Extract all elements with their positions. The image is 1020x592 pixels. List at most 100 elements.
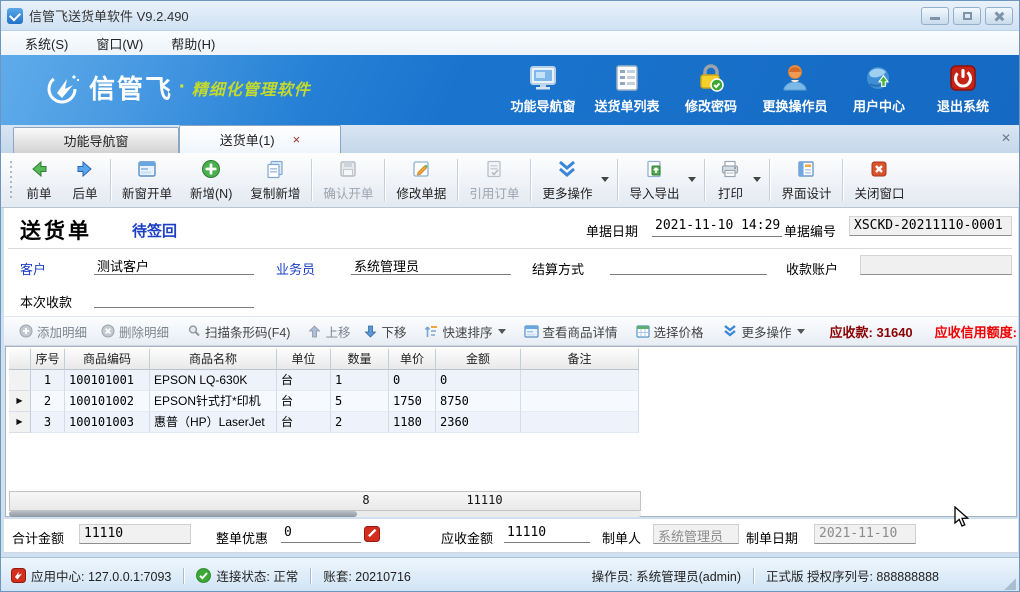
cell-amount[interactable]: 2360 [436, 412, 521, 433]
move-up-button[interactable]: 上移 [301, 322, 357, 341]
close-window-button[interactable]: 关闭窗口 [845, 153, 913, 207]
col-header[interactable]: 金额 [436, 349, 521, 370]
select-price-button[interactable]: 选择价格 [629, 322, 711, 341]
col-header[interactable]: 备注 [521, 349, 639, 370]
banner-action-exit[interactable]: 退出系统 [921, 63, 1005, 115]
tab-strip-close-icon[interactable]: ✕ [1001, 131, 1011, 145]
cell-price[interactable]: 0 [389, 370, 436, 391]
cell-note[interactable] [521, 391, 639, 412]
cell-price[interactable]: 1750 [389, 391, 436, 412]
move-down-button[interactable]: 下移 [357, 322, 413, 341]
cell-no[interactable]: 1 [31, 370, 65, 391]
operator-icon [780, 63, 810, 93]
settle-field[interactable] [610, 255, 767, 275]
delete-detail-button[interactable]: 删除明细 [94, 322, 176, 341]
col-header[interactable]: 商品名称 [150, 349, 277, 370]
quick-sort-dropdown-icon[interactable] [498, 329, 506, 334]
add-detail-button[interactable]: 添加明细 [12, 322, 94, 341]
toolbar-drag-handle[interactable] [8, 161, 13, 199]
banner-action-label: 送货单列表 [594, 96, 659, 115]
table-row[interactable]: ▶ 2 100101002 EPSON针式打*印机 台 5 1750 8750 [9, 391, 639, 412]
tab-nav-window[interactable]: 功能导航窗 [13, 127, 179, 153]
discount-edit-icon[interactable] [364, 526, 380, 547]
cell-price[interactable]: 1180 [389, 412, 436, 433]
cell-code[interactable]: 100101003 [65, 412, 150, 433]
import-export-dropdown-icon[interactable] [688, 177, 696, 182]
discount-field[interactable]: 0 [281, 524, 361, 543]
tab-delivery-order[interactable]: 送货单(1) × [179, 125, 341, 153]
price-table-icon [636, 325, 650, 338]
import-export-icon [644, 158, 664, 180]
col-header[interactable]: 商品编码 [65, 349, 150, 370]
menu-system[interactable]: 系统(S) [11, 31, 82, 56]
copy-new-button[interactable]: 复制新增 [241, 153, 309, 207]
more-actions-button[interactable]: 更多操作 [533, 153, 601, 207]
banner-action-user-center[interactable]: 用户中心 [837, 63, 921, 115]
new-window-order-button[interactable]: 新窗开单 [113, 153, 181, 207]
salesman-field[interactable]: 系统管理员 [351, 255, 511, 275]
button-label: 更多操作 [742, 322, 792, 341]
col-header[interactable]: 单价 [389, 349, 436, 370]
cell-amount[interactable]: 8750 [436, 391, 521, 412]
scan-barcode-button[interactable]: 扫描条形码(F4) [180, 322, 297, 341]
col-header[interactable]: 序号 [31, 349, 65, 370]
resize-grip[interactable] [1004, 578, 1016, 590]
cell-qty[interactable]: 2 [331, 412, 389, 433]
detail-more-dropdown-icon[interactable] [797, 329, 805, 334]
cell-name[interactable]: 惠普（HP）LaserJet [150, 412, 277, 433]
cell-qty[interactable]: 1 [331, 370, 389, 391]
cell-code[interactable]: 100101001 [65, 370, 150, 391]
cell-amount[interactable]: 0 [436, 370, 521, 391]
cell-name[interactable]: EPSON LQ-630K [150, 370, 277, 391]
tab-close-icon[interactable]: × [293, 132, 301, 147]
detail-more-actions-button[interactable]: 更多操作 [715, 322, 812, 341]
scrollbar-thumb[interactable] [9, 511, 357, 517]
table-row[interactable]: 1 100101001 EPSON LQ-630K 台 1 0 0 [9, 370, 639, 391]
payment-field[interactable] [94, 288, 254, 308]
cell-unit[interactable]: 台 [277, 412, 331, 433]
close-button[interactable] [985, 7, 1013, 25]
cell-no[interactable]: 3 [31, 412, 65, 433]
cell-unit[interactable]: 台 [277, 370, 331, 391]
grid-summary-row: 8 11110 [9, 491, 641, 511]
cell-name[interactable]: EPSON针式打*印机 [150, 391, 277, 412]
reference-order-button[interactable]: 引用订单 [460, 153, 528, 207]
banner-action-operator[interactable]: 更换操作员 [753, 63, 837, 115]
customer-label[interactable]: 客户 [20, 259, 46, 278]
cell-code[interactable]: 100101002 [65, 391, 150, 412]
maximize-button[interactable] [953, 7, 981, 25]
table-row[interactable]: ▶ 3 100101003 惠普（HP）LaserJet 台 2 1180 23… [9, 412, 639, 433]
col-header[interactable]: 单位 [277, 349, 331, 370]
horizontal-scrollbar[interactable] [9, 511, 641, 517]
salesman-label[interactable]: 业务员 [276, 259, 315, 278]
cell-note[interactable] [521, 370, 639, 391]
customer-field[interactable]: 测试客户 [94, 255, 254, 275]
prev-doc-button[interactable]: 前单 [16, 153, 62, 207]
menu-window[interactable]: 窗口(W) [82, 31, 157, 56]
add-new-button[interactable]: 新增(N) [181, 153, 241, 207]
date-field[interactable]: 2021-11-10 14:29 [652, 217, 782, 237]
more-actions-dropdown-icon[interactable] [601, 177, 609, 182]
cell-note[interactable] [521, 412, 639, 433]
banner-action-nav[interactable]: 功能导航窗 [501, 63, 585, 115]
col-header[interactable]: 数量 [331, 349, 389, 370]
view-product-button[interactable]: 查看商品详情 [517, 322, 625, 341]
edit-doc-button[interactable]: 修改单据 [387, 153, 455, 207]
print-dropdown-icon[interactable] [753, 177, 761, 182]
minimize-button[interactable] [921, 7, 949, 25]
receivable-amount-field[interactable]: 11110 [504, 524, 590, 543]
banner-action-list[interactable]: 送货单列表 [585, 63, 669, 115]
menu-bar: 系统(S) 窗口(W) 帮助(H) [1, 31, 1019, 55]
quick-sort-button[interactable]: 快速排序 [417, 322, 512, 341]
menu-help[interactable]: 帮助(H) [157, 31, 229, 56]
ui-design-button[interactable]: 界面设计 [772, 153, 840, 207]
next-doc-button[interactable]: 后单 [62, 153, 108, 207]
cell-no[interactable]: 2 [31, 391, 65, 412]
import-export-button[interactable]: 导入导出 [620, 153, 688, 207]
banner: 信管飞 · 精细化管理软件 功能导航窗 送货单列表 修改密码 [1, 55, 1019, 125]
cell-qty[interactable]: 5 [331, 391, 389, 412]
confirm-order-button[interactable]: 确认开单 [314, 153, 382, 207]
banner-action-password[interactable]: 修改密码 [669, 63, 753, 115]
cell-unit[interactable]: 台 [277, 391, 331, 412]
print-button[interactable]: 打印 [707, 153, 753, 207]
